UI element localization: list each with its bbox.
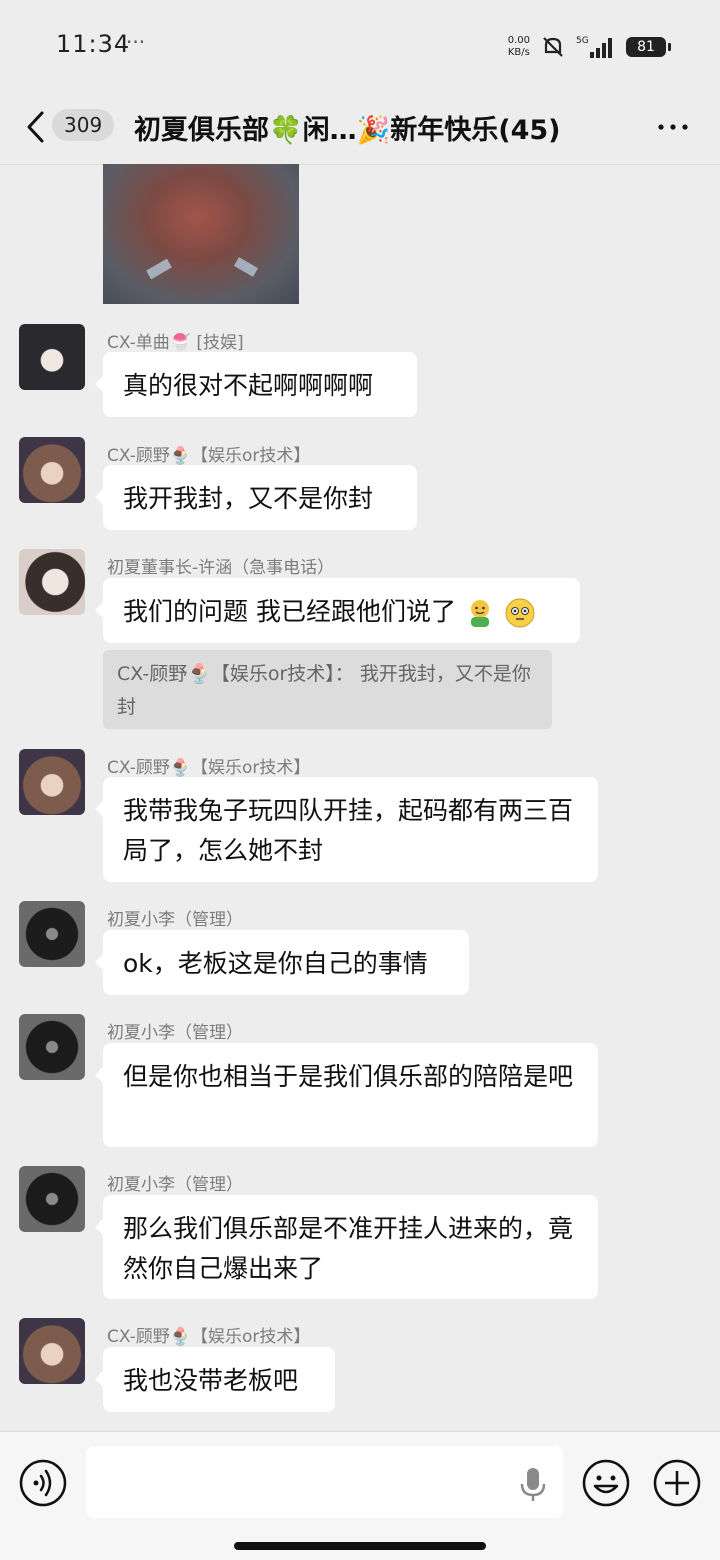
avatar[interactable] [19,749,85,815]
plus-icon[interactable] [652,1458,702,1508]
message-bubble[interactable]: 我们的问题 我已经跟他们说了 [95,578,580,643]
message-bubble[interactable]: 我也没带老板吧 [95,1347,335,1412]
mute-icon [543,37,563,57]
message-bubble[interactable]: ok，老板这是你自己的事情 [95,930,469,995]
sender-name: CX-顾野🍨【娱乐or技术】 [107,1327,311,1347]
flushed-face-icon [505,598,535,628]
sender-name: 初夏小李（管理） [107,1023,243,1043]
battery-icon: 81 [626,37,671,57]
network-speed: 0.00 KB/s [507,35,530,58]
sender-name: 初夏小李（管理） [107,1175,243,1195]
avatar[interactable] [19,324,85,390]
avatar[interactable] [19,1014,85,1080]
sender-name: CX-顾野🍨【娱乐or技术】 [107,758,311,778]
sender-name: CX-单曲🍧 [技娱] [107,333,244,353]
microphone-icon[interactable] [518,1466,548,1502]
message-bubble[interactable]: 那么我们俱乐部是不准开挂人进来的，竟然你自己爆出来了 [95,1195,598,1299]
chat-title[interactable]: 初夏俱乐部🍀闲…🎉新年快乐(45) [134,108,561,147]
emoji-icon[interactable] [581,1458,631,1508]
avatar[interactable] [19,549,85,615]
sender-name: 初夏小李（管理） [107,910,243,930]
signal-icon: 5G [576,36,612,58]
network-type: 5G [576,36,589,46]
status-bar: 11:34 ··· 0.00 KB/s 5G 81 [0,0,720,92]
input-bar [0,1431,720,1560]
avatar[interactable] [19,437,85,503]
sender-name: CX-顾野🍨【娱乐or技术】 [107,446,311,466]
hugging-face-icon [470,600,489,627]
status-more-dots: ··· [126,30,146,54]
message-bubble[interactable]: 真的很对不起啊啊啊啊 [95,352,417,417]
avatar[interactable] [19,1318,85,1384]
more-options-icon[interactable] [656,112,690,142]
avatar[interactable] [19,901,85,967]
avatar[interactable] [19,1166,85,1232]
message-bubble[interactable]: 我开我封，又不是你封 [95,465,417,530]
quoted-message[interactable]: CX-顾野🍨【娱乐or技术】： 我开我封，又不是你封 [103,650,552,729]
message-text: 我们的问题 我已经跟他们说了 [123,597,456,626]
message-bubble[interactable]: 但是你也相当于是我们俱乐部的陪陪是吧 [95,1043,598,1147]
chat-header: 309 初夏俱乐部🍀闲…🎉新年快乐(45) [0,92,720,165]
message-bubble[interactable]: 我带我兔子玩四队开挂，起码都有两三百局了，怎么她不封 [95,777,598,882]
status-indicators: 0.00 KB/s 5G 81 [507,30,671,64]
image-message[interactable] [103,164,299,304]
voice-mode-icon[interactable] [18,1458,68,1508]
message-input[interactable] [86,1446,563,1518]
status-time: 11:34 [56,30,131,58]
home-indicator[interactable] [234,1542,486,1550]
message-list[interactable]: CX-单曲🍧 [技娱] 真的很对不起啊啊啊啊 CX-顾野🍨【娱乐or技术】 我开… [0,164,720,1431]
back-arrow-icon[interactable] [24,110,48,144]
sender-name: 初夏董事长-许涵（急事电话） [107,558,335,578]
unread-count-badge[interactable]: 309 [52,109,115,141]
